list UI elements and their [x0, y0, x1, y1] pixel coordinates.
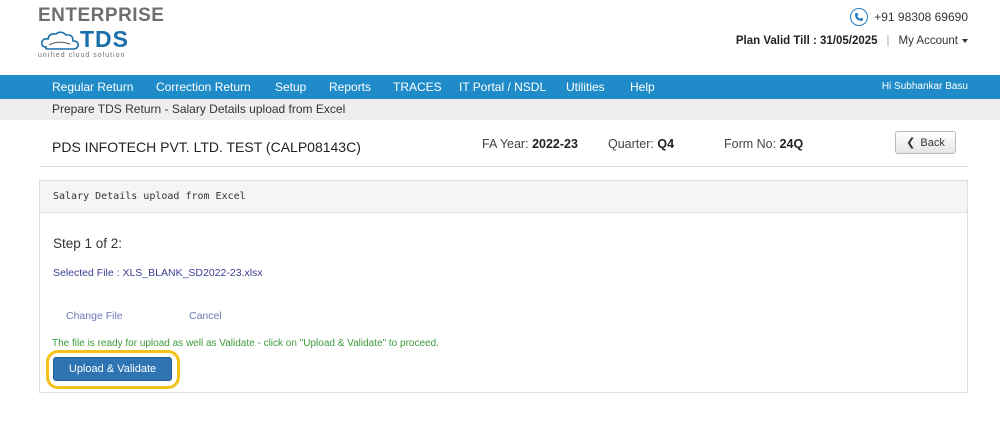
quarter-value: Q4 — [657, 137, 675, 151]
header: ENTERPRISE TDS unified cloud solution +9… — [0, 0, 1000, 75]
company-name: PDS INFOTECH PVT. LTD. TEST (CALP08143C) — [52, 139, 361, 155]
logo-name-top: ENTERPRISE — [38, 5, 165, 26]
nav-setup[interactable]: Setup — [275, 75, 306, 99]
back-button[interactable]: ❮ Back — [895, 131, 956, 154]
change-file-link[interactable]: Change File — [66, 310, 123, 322]
breadcrumb-bar: Prepare TDS Return - Salary Details uplo… — [0, 99, 1000, 120]
nav-reports[interactable]: Reports — [329, 75, 371, 99]
divider — [39, 166, 968, 167]
phone-number: +91 98308 69690 — [874, 10, 968, 24]
breadcrumb: Prepare TDS Return - Salary Details uplo… — [52, 102, 346, 116]
quarter: Quarter: Q4 — [608, 137, 674, 151]
fa-year-value: 2022-23 — [532, 137, 578, 151]
logo-tagline: unified cloud solution — [38, 52, 126, 59]
upload-panel: Salary Details upload from Excel Step 1 … — [39, 180, 968, 393]
nav-help[interactable]: Help — [630, 75, 655, 99]
chevron-left-icon: ❮ — [906, 137, 916, 149]
phone-icon — [850, 8, 869, 26]
nav-regular-return[interactable]: Regular Return — [52, 75, 133, 99]
user-greeting[interactable]: Hi Subhankar Basu — [882, 75, 968, 99]
nav-utilities[interactable]: Utilities — [566, 75, 605, 99]
enterprise-tds-logo[interactable]: ENTERPRISE TDS unified cloud solution — [38, 5, 165, 60]
nav-correction-return[interactable]: Correction Return — [156, 75, 251, 99]
phone-contact: +91 98308 69690 — [850, 8, 968, 26]
my-account-label: My Account — [898, 35, 958, 47]
plan-valid-till: Plan Valid Till : 31/05/2025 — [735, 35, 878, 47]
caret-down-icon — [962, 39, 968, 43]
fa-year: FA Year: 2022-23 — [482, 137, 578, 151]
plan-row: Plan Valid Till : 31/05/2025 | My Accoun… — [736, 35, 968, 47]
my-account-menu[interactable]: My Account — [899, 35, 968, 47]
main-nav: Regular Return Correction Return Setup R… — [0, 75, 1000, 99]
back-button-label: Back — [920, 136, 945, 149]
panel-title: Salary Details upload from Excel — [53, 191, 246, 202]
form-no-label: Form No: — [724, 137, 777, 151]
cancel-link[interactable]: Cancel — [189, 310, 222, 322]
quarter-label: Quarter: — [608, 137, 654, 151]
ready-message: The file is ready for upload as well as … — [52, 338, 439, 349]
selected-file: Selected File : XLS_BLANK_SD2022-23.xlsx — [53, 267, 263, 279]
cloud-icon — [41, 31, 79, 50]
upload-validate-button[interactable]: Upload & Validate — [53, 357, 172, 381]
nav-traces[interactable]: TRACES — [393, 75, 442, 99]
form-no: Form No: 24Q — [724, 137, 803, 151]
form-no-value: 24Q — [779, 137, 804, 151]
logo-name-main: TDS — [80, 26, 129, 52]
step-indicator: Step 1 of 2: — [53, 236, 123, 251]
panel-header: Salary Details upload from Excel — [40, 181, 967, 213]
fa-year-label: FA Year: — [482, 137, 529, 151]
nav-it-portal-nsdl[interactable]: IT Portal / NSDL — [459, 75, 546, 99]
header-separator: | — [886, 35, 890, 47]
